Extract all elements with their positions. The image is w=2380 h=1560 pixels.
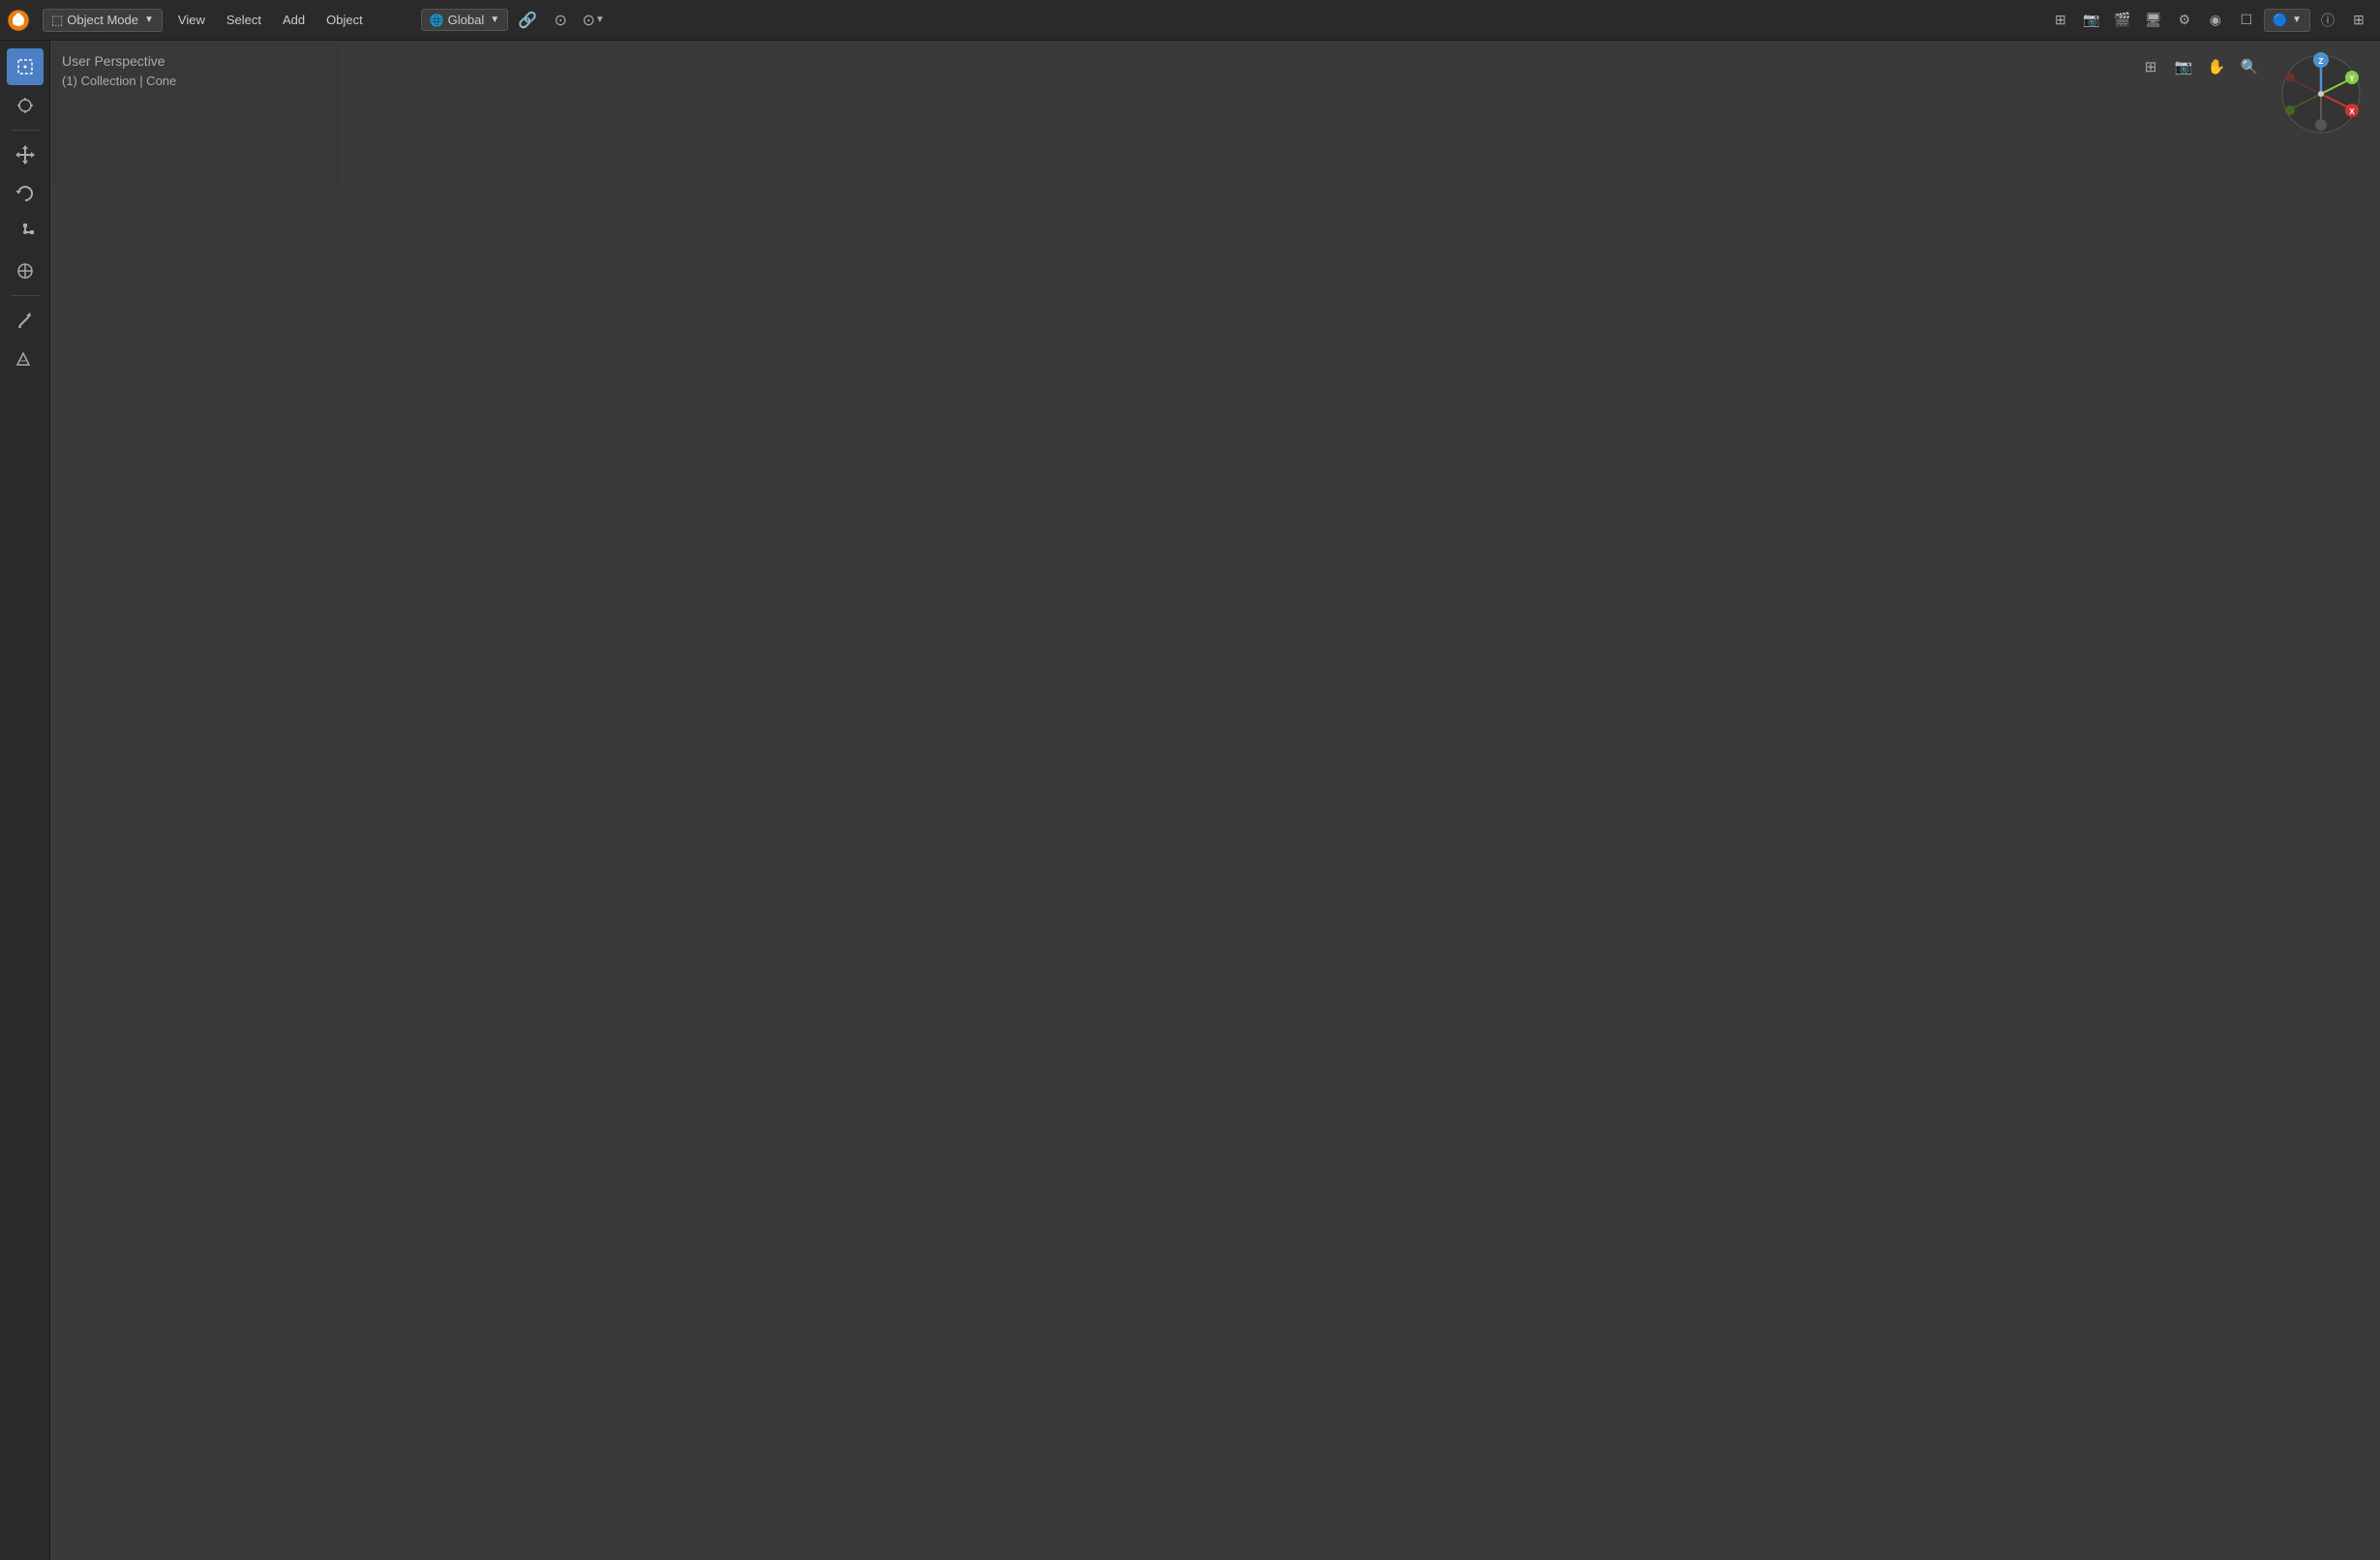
viewport-display-icon[interactable]: 🖥 — [2140, 7, 2167, 34]
toolbar-separator-1 — [11, 130, 40, 131]
xray-icon[interactable]: ☐ — [2233, 7, 2260, 34]
tool-transform[interactable] — [7, 253, 44, 289]
proportional-edit-button[interactable]: ⊙ — [547, 7, 574, 34]
grid-background — [50, 41, 341, 186]
menu-add[interactable]: Add — [273, 9, 315, 31]
transform-space-selector[interactable]: 🌐 Global ▼ — [421, 9, 508, 31]
viewport-zoom-icon[interactable]: 🔍 — [2235, 52, 2264, 81]
snap-button[interactable]: 🔗 — [514, 7, 541, 34]
viewport-camera-icon[interactable]: 📷 — [2169, 52, 2198, 81]
svg-text:Y: Y — [2349, 75, 2355, 83]
overlay-icon[interactable]: ◉ — [2202, 7, 2229, 34]
tool-measure[interactable] — [7, 341, 44, 377]
menu-object[interactable]: Object — [316, 9, 373, 31]
top-bar-left: ⬚ Object Mode ▼ View Select Add Object — [0, 6, 373, 35]
viewport-orthographic-icon[interactable]: ⊞ — [2136, 52, 2165, 81]
svg-text:Z: Z — [2319, 57, 2324, 66]
tool-scale[interactable] — [7, 214, 44, 251]
tool-rotate[interactable] — [7, 175, 44, 212]
toolbar-separator-2 — [11, 295, 40, 296]
viewport-3d[interactable]: User Perspective (1) Collection | Cone ⊞… — [50, 41, 2380, 1560]
top-menu-bar: ⬚ Object Mode ▼ View Select Add Object 🌐… — [0, 0, 2380, 41]
viewport-overlay-icons: ⊞ 📷 ✋ 🔍 — [2136, 52, 2264, 81]
info-icon[interactable]: ⓘ — [2314, 7, 2341, 34]
tool-annotate[interactable] — [7, 302, 44, 339]
settings-icon[interactable]: ⚙ — [2171, 7, 2198, 34]
viewport-hand-icon[interactable]: ✋ — [2202, 52, 2231, 81]
tool-cursor[interactable] — [7, 87, 44, 124]
shading-selector[interactable]: 🔵 ▼ — [2264, 9, 2310, 32]
menu-select[interactable]: Select — [217, 9, 271, 31]
editor-type-icon[interactable]: ⊞ — [2047, 7, 2074, 34]
blender-logo[interactable] — [4, 6, 33, 35]
left-toolbar — [0, 41, 50, 1560]
render-animation-icon[interactable]: 🎬 — [2109, 7, 2136, 34]
workspace-icon[interactable]: ⊞ — [2345, 7, 2372, 34]
top-bar-center: 🌐 Global ▼ 🔗 ⊙ ⊙▼ — [392, 7, 607, 34]
proportional-type-button[interactable]: ⊙▼ — [580, 7, 607, 34]
svg-text:X: X — [2349, 107, 2355, 116]
menu-view[interactable]: View — [168, 9, 215, 31]
tool-select-box[interactable] — [7, 48, 44, 85]
navigation-gizmo[interactable]: Z X Y — [2277, 50, 2365, 137]
render-icon[interactable]: 📷 — [2078, 7, 2105, 34]
tool-move[interactable] — [7, 136, 44, 173]
top-bar-right: ⊞ 📷 🎬 🖥 ⚙ ◉ ☐ 🔵 ▼ ⓘ ⊞ — [2047, 7, 2372, 34]
mode-selector[interactable]: ⬚ Object Mode ▼ — [43, 9, 163, 32]
